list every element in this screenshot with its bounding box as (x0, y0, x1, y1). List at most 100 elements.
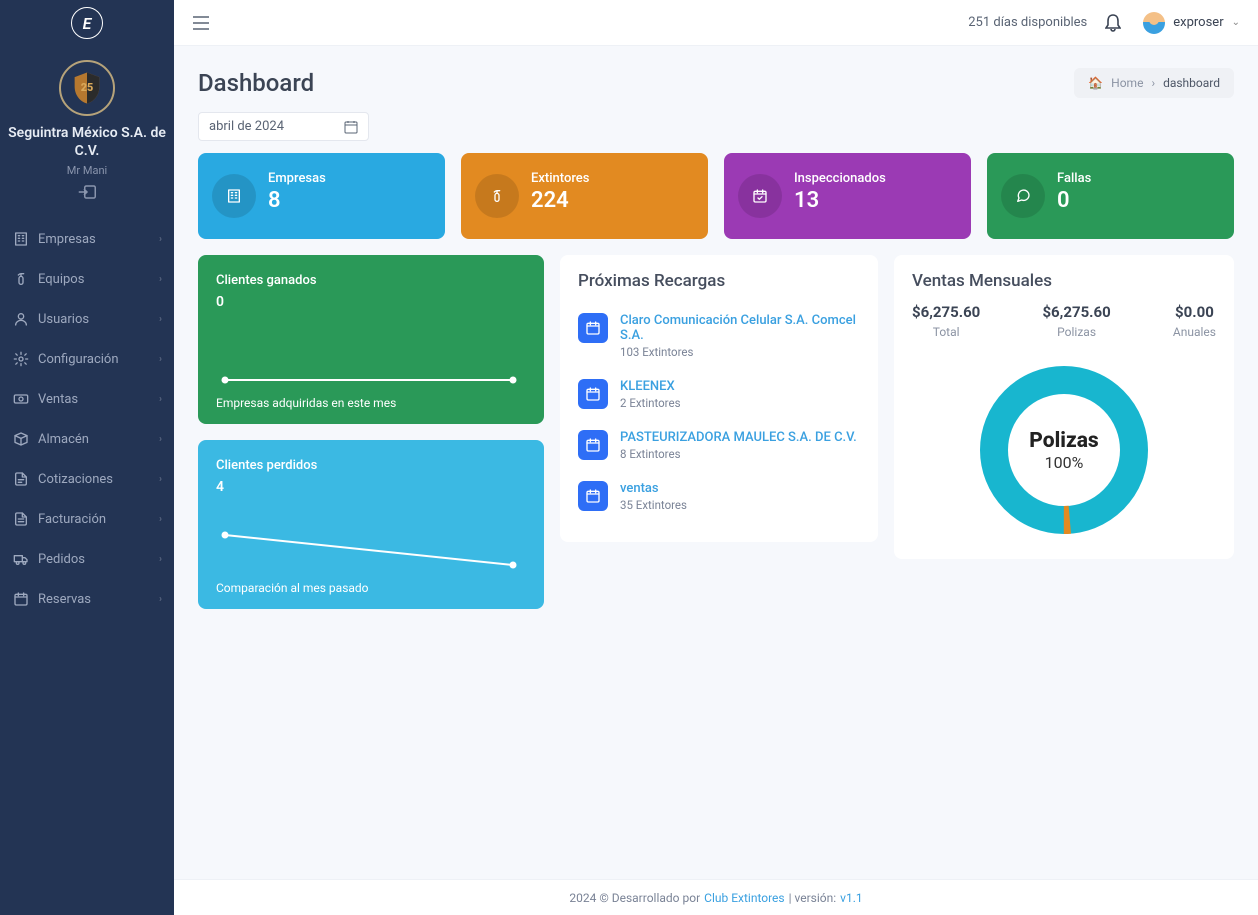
home-icon: 🏠 (1088, 76, 1103, 90)
card-clients-lost: Clientes perdidos 4 Comparación al mes p… (198, 440, 544, 609)
sidebar-item-almacen[interactable]: Almacén › (0, 419, 174, 459)
recharges-title: Próximas Recargas (578, 271, 860, 291)
chat-icon (1001, 174, 1045, 218)
building-icon (212, 174, 256, 218)
sales-col-polizas: $6,275.60 Polizas (1042, 303, 1110, 339)
sidebar-item-label: Configuración (38, 352, 119, 367)
truck-icon (12, 551, 30, 567)
footer-brand-link[interactable]: Club Extintores (704, 891, 784, 905)
sales-title: Ventas Mensuales (912, 271, 1216, 291)
calendar-icon (578, 379, 608, 409)
stat-row: Empresas 8 Extintores 224 Inspeccionados… (198, 153, 1234, 239)
stat-card-inspeccionados[interactable]: Inspeccionados 13 (724, 153, 971, 239)
footer: 2024 © Desarrollado por Club Extintores … (174, 879, 1258, 915)
recharge-item[interactable]: KLEENEX 2 Extintores (578, 369, 860, 420)
gained-footer: Empresas adquiridas en este mes (216, 396, 526, 410)
recharge-item[interactable]: ventas 35 Extintores (578, 471, 860, 522)
calendar-icon (344, 120, 358, 134)
recharge-item[interactable]: PASTEURIZADORA MAULEC S.A. DE C.V. 8 Ext… (578, 420, 860, 471)
company-shield-icon: 25 (59, 60, 115, 116)
checklist-icon (738, 174, 782, 218)
recharge-item[interactable]: Claro Comunicación Celular S.A. Comcel S… (578, 303, 860, 369)
chevron-right-icon: › (159, 354, 162, 365)
box-icon (12, 431, 30, 447)
recharge-company[interactable]: PASTEURIZADORA MAULEC S.A. DE C.V. (620, 430, 857, 445)
sales-label: Polizas (1042, 325, 1110, 339)
sidebar-item-cotizaciones[interactable]: Cotizaciones › (0, 459, 174, 499)
month-picker-value: abril de 2024 (209, 119, 284, 134)
hamburger-icon[interactable] (192, 16, 210, 30)
sidebar-profile: 25 Seguintra México S.A. de C.V. Mr Mani (0, 46, 174, 211)
stat-card-fallas[interactable]: Fallas 0 (987, 153, 1234, 239)
sidebar-item-reservas[interactable]: Reservas › (0, 579, 174, 619)
recharge-company[interactable]: ventas (620, 481, 687, 496)
sales-amount: $6,275.60 (1042, 303, 1110, 321)
building-icon (12, 231, 30, 247)
gained-title: Clientes ganados (216, 273, 526, 288)
sidebar-item-label: Reservas (38, 592, 91, 607)
lost-value: 4 (216, 479, 526, 495)
sidebar-item-empresas[interactable]: Empresas › (0, 219, 174, 259)
sidebar-item-ventas[interactable]: Ventas › (0, 379, 174, 419)
bell-icon[interactable] (1105, 14, 1121, 32)
user-icon (12, 311, 30, 327)
sidebar-item-label: Usuarios (38, 312, 89, 327)
sidebar-item-facturacion[interactable]: Facturación › (0, 499, 174, 539)
sidebar-item-label: Almacén (38, 432, 89, 447)
username: exproser (1173, 15, 1223, 30)
extinguisher-icon (12, 271, 30, 287)
footer-version-link[interactable]: v1.1 (840, 891, 862, 905)
stat-card-extintores[interactable]: Extintores 224 (461, 153, 708, 239)
sidebar-item-configuracion[interactable]: Configuración › (0, 339, 174, 379)
lost-footer: Comparación al mes pasado (216, 581, 526, 595)
stat-label: Fallas (1057, 171, 1216, 186)
breadcrumb: 🏠 Home › dashboard (1074, 68, 1234, 98)
lost-sparkline (216, 515, 526, 575)
crumb-current: dashboard (1163, 76, 1220, 90)
sidebar-item-label: Equipos (38, 272, 84, 287)
sidebar-item-pedidos[interactable]: Pedidos › (0, 539, 174, 579)
card-monthly-sales: Ventas Mensuales $6,275.60 Total$6,275.6… (894, 255, 1234, 559)
calendar-icon (578, 430, 608, 460)
chevron-down-icon: ⌄ (1232, 17, 1240, 28)
stat-label: Extintores (531, 171, 690, 186)
page-title: Dashboard (198, 69, 314, 97)
user-menu[interactable]: exproser ⌄ (1143, 12, 1240, 34)
calendar-icon (578, 481, 608, 511)
sales-col-total: $6,275.60 Total (912, 303, 980, 339)
recharge-company[interactable]: Claro Comunicación Celular S.A. Comcel S… (620, 313, 860, 343)
stat-value: 224 (531, 188, 690, 213)
card-recharges: Próximas Recargas Claro Comunicación Cel… (560, 255, 878, 542)
sidebar-item-usuarios[interactable]: Usuarios › (0, 299, 174, 339)
enter-icon[interactable] (78, 185, 96, 199)
crumb-home[interactable]: Home (1111, 76, 1143, 90)
recharge-company[interactable]: KLEENEX (620, 379, 681, 394)
chevron-right-icon: › (159, 594, 162, 605)
sidebar-item-label: Pedidos (38, 552, 85, 567)
company-name: Seguintra México S.A. de C.V. (8, 124, 166, 160)
sales-summary: $6,275.60 Total$6,275.60 Polizas$0.00 An… (912, 303, 1216, 339)
sales-label: Anuales (1173, 325, 1216, 339)
brand-logo[interactable]: E (0, 0, 174, 46)
gained-sparkline (216, 330, 526, 390)
sidebar-item-label: Cotizaciones (38, 472, 113, 487)
sales-label: Total (912, 325, 980, 339)
donut-label: Polizas (1029, 429, 1098, 453)
stat-card-empresas[interactable]: Empresas 8 (198, 153, 445, 239)
avatar (1143, 12, 1165, 34)
footer-mid: | versión: (789, 891, 837, 905)
stat-value: 0 (1057, 188, 1216, 213)
svg-text:25: 25 (81, 81, 94, 94)
chevron-right-icon: › (159, 554, 162, 565)
calendar-icon (578, 313, 608, 343)
topbar: 251 días disponibles exproser ⌄ (174, 0, 1258, 46)
recharge-count: 2 Extintores (620, 396, 681, 410)
chevron-right-icon: › (1151, 76, 1155, 90)
sidebar-item-label: Empresas (38, 232, 96, 247)
brand-logo-mark: E (71, 7, 103, 39)
month-picker[interactable]: abril de 2024 (198, 112, 369, 141)
stat-value: 13 (794, 188, 953, 213)
sidebar-item-equipos[interactable]: Equipos › (0, 259, 174, 299)
stat-label: Inspeccionados (794, 171, 953, 186)
days-available: 251 días disponibles (968, 15, 1087, 30)
